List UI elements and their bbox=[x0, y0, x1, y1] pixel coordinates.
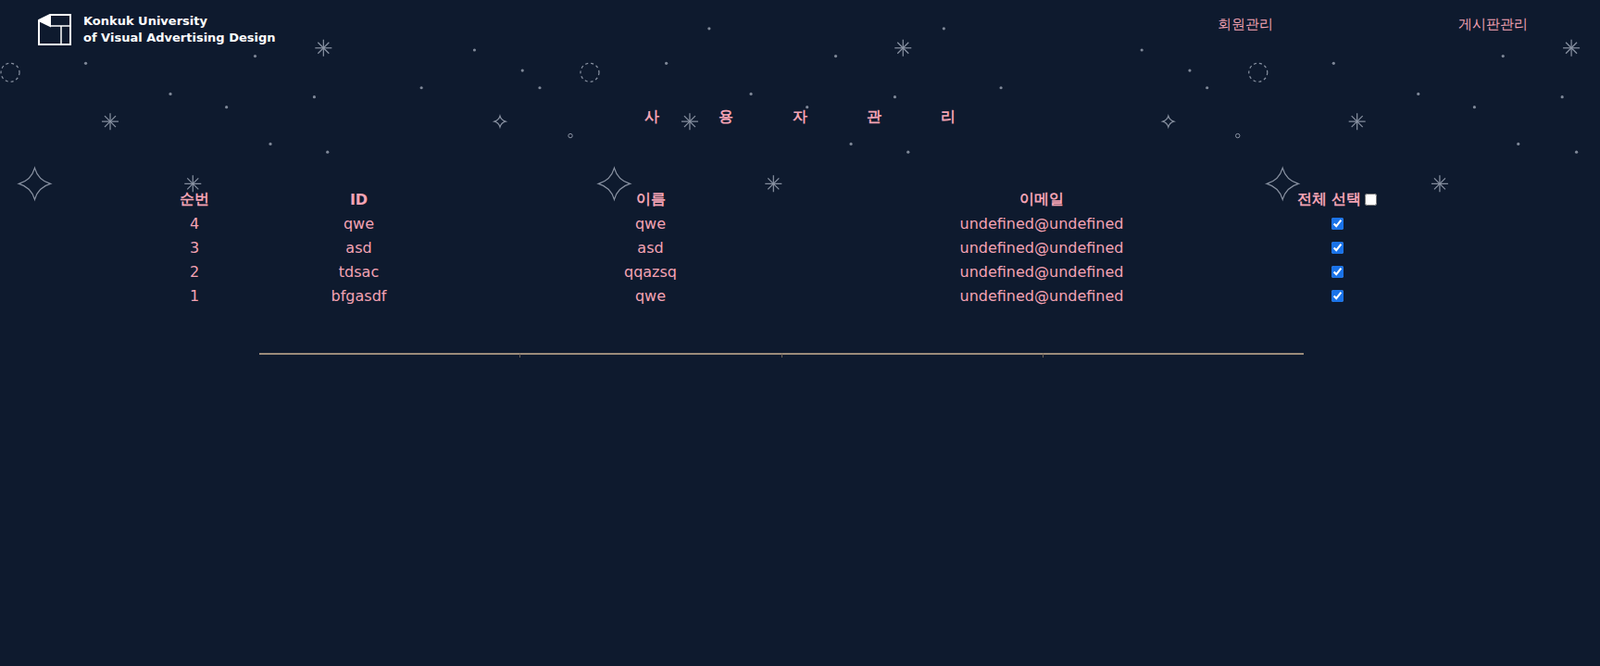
number-cell: 1 bbox=[111, 287, 278, 305]
star-icon bbox=[1266, 167, 1299, 200]
id-cell: asd bbox=[277, 238, 440, 257]
table-row: 2tdsacqqazsqundefined@undefined bbox=[111, 260, 1452, 285]
circle-icon bbox=[580, 62, 600, 82]
pagination-segment bbox=[1042, 352, 1304, 358]
name-cell: qwe bbox=[439, 214, 862, 233]
email-cell: undefined@undefined bbox=[861, 287, 1223, 305]
email-cell: undefined@undefined bbox=[861, 214, 1223, 233]
logo-text: Konkuk Universityof Visual Advertising D… bbox=[83, 12, 276, 46]
star-icon bbox=[598, 167, 630, 200]
star-icon bbox=[1162, 115, 1175, 127]
number-cell: 2 bbox=[111, 262, 278, 281]
sparkle-icon bbox=[314, 39, 332, 57]
number-cell: 4 bbox=[111, 214, 278, 233]
sparkle-icon bbox=[1349, 112, 1366, 130]
sparkle-icon bbox=[1431, 175, 1449, 192]
dot-icon bbox=[225, 105, 228, 109]
row-checkbox[interactable] bbox=[1331, 217, 1344, 230]
page-title: 사용자관리 bbox=[585, 107, 1015, 127]
dot-icon bbox=[1516, 142, 1520, 146]
dot-icon bbox=[893, 95, 897, 99]
table-row: 4qweqweundefined@undefined bbox=[111, 212, 1452, 237]
number-cell: 3 bbox=[111, 238, 278, 257]
column-header: 이메일 bbox=[861, 189, 1223, 210]
column-header: ID bbox=[277, 190, 440, 209]
sparkle-icon bbox=[764, 175, 782, 192]
star-icon bbox=[494, 115, 506, 127]
email-cell: undefined@undefined bbox=[861, 238, 1223, 257]
row-checkbox[interactable] bbox=[1331, 289, 1344, 302]
dot-icon bbox=[849, 142, 852, 146]
column-header: 이름 bbox=[439, 189, 862, 210]
dot-icon bbox=[1332, 62, 1336, 65]
sparkle-icon bbox=[894, 39, 912, 57]
star-icon bbox=[18, 167, 50, 200]
dot-icon bbox=[168, 92, 172, 96]
dot-icon bbox=[1501, 54, 1505, 58]
sparkle-icon bbox=[1562, 39, 1580, 57]
logo[interactable]: Konkuk Universityof Visual Advertising D… bbox=[37, 12, 276, 47]
nav-link[interactable]: 게시판관리 bbox=[1458, 15, 1528, 34]
dot-icon bbox=[1140, 48, 1144, 51]
pagination-segment bbox=[259, 352, 520, 358]
user-table: 순번ID이름이메일전체 선택4qweqweundefined@undefined… bbox=[111, 187, 1452, 309]
dot-icon bbox=[942, 26, 946, 30]
table-row: 1bfgasdfqweundefined@undefined bbox=[111, 284, 1452, 309]
dot-icon bbox=[1187, 68, 1191, 72]
page: Konkuk Universityof Visual Advertising D… bbox=[0, 0, 1600, 666]
logo-icon bbox=[37, 12, 73, 47]
nav: 회원관리 게시판관리 bbox=[1217, 15, 1600, 34]
dot-icon bbox=[1473, 105, 1476, 109]
name-cell: qwe bbox=[439, 287, 862, 305]
select-all-checkbox[interactable] bbox=[1364, 193, 1377, 206]
dot-icon bbox=[834, 54, 838, 58]
dot-icon bbox=[420, 86, 424, 89]
dot-icon bbox=[707, 26, 711, 30]
dot-icon bbox=[664, 62, 668, 65]
name-cell: asd bbox=[439, 238, 862, 257]
sparkle-icon bbox=[184, 175, 201, 192]
dot-icon bbox=[537, 86, 541, 89]
dot-icon bbox=[1416, 92, 1420, 96]
circle-icon bbox=[0, 62, 20, 82]
pagination-bar bbox=[259, 352, 1304, 358]
sparkle-icon bbox=[101, 112, 119, 130]
name-cell: qqazsq bbox=[439, 262, 862, 281]
dot-icon bbox=[999, 86, 1002, 89]
column-header: 순번 bbox=[111, 189, 278, 210]
dot-icon bbox=[906, 150, 910, 154]
select-cell bbox=[1222, 265, 1452, 278]
dot-icon bbox=[268, 142, 272, 146]
table-row: 3asdasdundefined@undefined bbox=[111, 236, 1452, 261]
ring-icon bbox=[1236, 133, 1240, 138]
header: Konkuk Universityof Visual Advertising D… bbox=[0, 0, 1600, 49]
circle-icon bbox=[1249, 62, 1268, 82]
row-checkbox[interactable] bbox=[1331, 265, 1344, 278]
pagination-segment bbox=[781, 352, 1043, 358]
select-cell bbox=[1222, 289, 1452, 302]
select-all: 전체 선택 bbox=[1222, 189, 1452, 210]
row-checkbox[interactable] bbox=[1331, 241, 1344, 254]
pagination-segment bbox=[519, 352, 781, 358]
dot-icon bbox=[325, 150, 329, 154]
id-cell: qwe bbox=[277, 214, 440, 233]
dot-icon bbox=[1561, 95, 1564, 99]
email-cell: undefined@undefined bbox=[861, 262, 1223, 281]
nav-link[interactable]: 회원관리 bbox=[1217, 15, 1274, 34]
dot-icon bbox=[312, 95, 316, 99]
id-cell: bfgasdf bbox=[277, 287, 440, 305]
dot-icon bbox=[473, 48, 476, 51]
id-cell: tdsac bbox=[277, 262, 440, 281]
select-cell bbox=[1222, 217, 1452, 230]
select-cell bbox=[1222, 241, 1452, 254]
dot-icon bbox=[1575, 150, 1578, 154]
dot-icon bbox=[521, 68, 525, 72]
ring-icon bbox=[568, 133, 573, 138]
dot-icon bbox=[253, 54, 257, 58]
dot-icon bbox=[749, 92, 752, 96]
table-header: 순번ID이름이메일전체 선택 bbox=[111, 187, 1452, 213]
dot-icon bbox=[1205, 86, 1209, 89]
dot-icon bbox=[84, 62, 88, 65]
